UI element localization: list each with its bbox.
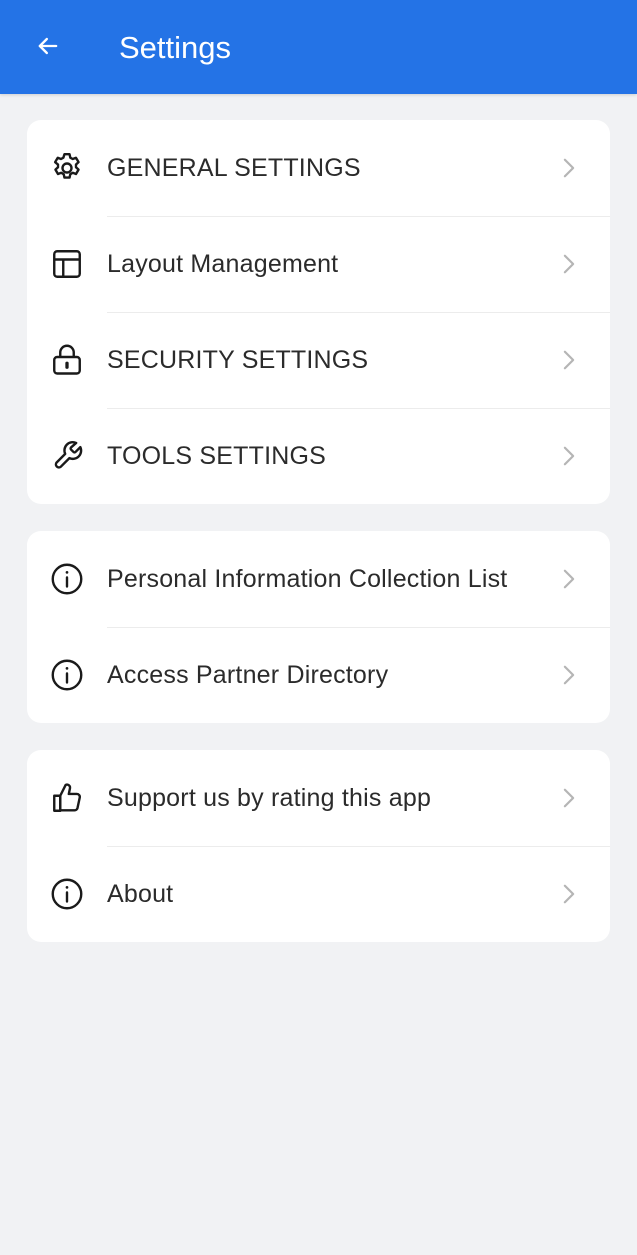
chevron-right-icon — [560, 787, 610, 809]
access-partner-directory-item[interactable]: Access Partner Directory — [27, 627, 610, 723]
general-settings-label: GENERAL SETTINGS — [107, 153, 361, 182]
chevron-right-icon — [560, 349, 610, 371]
security-settings-label: SECURITY SETTINGS — [107, 345, 369, 374]
info-icon — [27, 561, 107, 597]
chevron-right-icon — [560, 883, 610, 905]
tools-settings-item[interactable]: TOOLS SETTINGS — [27, 408, 610, 504]
chevron-right-icon — [560, 253, 610, 275]
layout-management-label: Layout Management — [107, 249, 339, 278]
personal-info-collection-label: Personal Information Collection List — [107, 564, 508, 593]
about-item[interactable]: About — [27, 846, 610, 942]
lock-icon — [27, 342, 107, 378]
personal-info-collection-item[interactable]: Personal Information Collection List — [27, 531, 610, 627]
gear-icon — [27, 150, 107, 186]
info-icon — [27, 876, 107, 912]
settings-group-app: Support us by rating this app About — [27, 750, 610, 942]
access-partner-directory-label: Access Partner Directory — [107, 660, 389, 689]
layout-management-item[interactable]: Layout Management — [27, 216, 610, 312]
wrench-icon — [27, 438, 107, 474]
settings-content: GENERAL SETTINGS Layout Management SECUR… — [0, 94, 637, 942]
tools-settings-label: TOOLS SETTINGS — [107, 441, 327, 470]
chevron-right-icon — [560, 445, 610, 467]
security-settings-item[interactable]: SECURITY SETTINGS — [27, 312, 610, 408]
thumbs-up-icon — [27, 780, 107, 816]
app-bar: Settings — [0, 0, 637, 94]
page-title: Settings — [119, 30, 232, 65]
chevron-right-icon — [560, 568, 610, 590]
general-settings-item[interactable]: GENERAL SETTINGS — [27, 120, 610, 216]
rate-app-label: Support us by rating this app — [107, 783, 432, 812]
rate-app-item[interactable]: Support us by rating this app — [27, 750, 610, 846]
about-label: About — [107, 879, 174, 908]
settings-group-privacy: Personal Information Collection List Acc… — [27, 531, 610, 723]
settings-group-main: GENERAL SETTINGS Layout Management SECUR… — [27, 120, 610, 504]
info-icon — [27, 657, 107, 693]
chevron-right-icon — [560, 157, 610, 179]
back-button[interactable] — [24, 22, 72, 70]
arrow-left-icon — [38, 37, 58, 55]
layout-icon — [27, 246, 107, 282]
chevron-right-icon — [560, 664, 610, 686]
